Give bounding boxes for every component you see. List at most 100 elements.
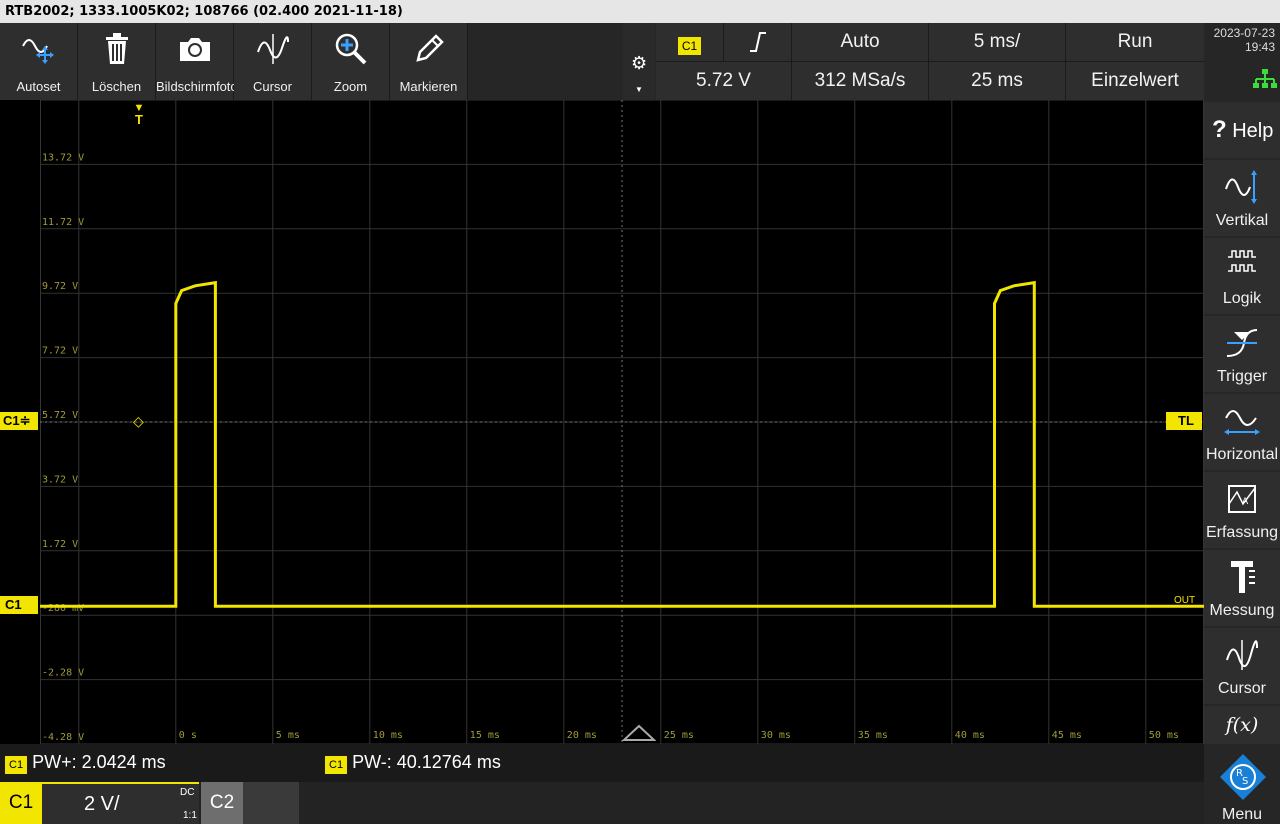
channel-2-label: C2 [201, 782, 243, 824]
svg-text:S: S [1242, 776, 1248, 787]
channel-ground-marker[interactable]: C1 [0, 596, 38, 614]
pencil-icon [390, 31, 467, 67]
acquisition-button[interactable]: A Erfassung [1204, 472, 1280, 548]
channel-1-probe: 1:1 [183, 810, 197, 821]
acquisition-cell[interactable]: Einzelwert [1066, 62, 1204, 100]
trigger-source-badge: C1 [677, 37, 702, 55]
gear-icon[interactable]: ⚙ [631, 53, 647, 74]
run-state: Run [1117, 31, 1153, 52]
channel-2-tab[interactable]: C2 [201, 782, 299, 824]
rising-edge-icon [750, 32, 766, 52]
zoom-button[interactable]: Zoom [312, 23, 390, 100]
help-button[interactable]: ? Help [1204, 102, 1280, 158]
y-tick-label: -2.28 V [42, 668, 84, 679]
trigger-level: 5.72 V [696, 70, 751, 91]
y-tick-label: 9.72 V [42, 281, 78, 292]
title-bar: RTB2002; 1333.1005K02; 108766 (02.400 20… [0, 0, 1280, 23]
info-grid: C1 Auto 5 ms/ Run 5.72 V 312 MSa/s 25 ms… [656, 23, 1204, 100]
acquisition-mode: Einzelwert [1091, 70, 1179, 91]
measure-button[interactable]: Messung [1204, 550, 1280, 626]
screenshot-button[interactable]: Bildschirmfoto [156, 23, 238, 100]
horizontal-button[interactable]: Horizontal [1204, 394, 1280, 470]
cursor-label: Cursor [1217, 680, 1266, 697]
horizontal-icon [1204, 402, 1280, 440]
sample-rate-cell: 312 MSa/s [792, 62, 928, 100]
chevron-down-icon[interactable]: ▼ [635, 85, 643, 94]
cursor-tool-button[interactable]: Cursor [234, 23, 312, 100]
waveform-plot[interactable]: 13.72 V 11.72 V 9.72 V 7.72 V 5.72 V 3.72 V 1.… [40, 100, 1204, 744]
sample-rate: 312 MSa/s [814, 70, 906, 91]
channel-1-settings[interactable]: 2 V/ DC 1:1 [42, 782, 199, 824]
x-tick-label: 40 ms [955, 730, 985, 741]
channel-offset-marker[interactable]: C1≑ [0, 412, 38, 430]
measurement-value: PW-: 40.12764 ms [352, 752, 501, 772]
channel-1-coupling: DC [180, 787, 195, 798]
time-offset-cell[interactable]: 25 ms [929, 62, 1065, 100]
vertical-button[interactable]: Vertikal [1204, 160, 1280, 236]
autoset-icon [0, 31, 77, 67]
trigger-button[interactable]: Trigger [1204, 316, 1280, 392]
autoset-button[interactable]: Autoset [0, 23, 78, 100]
measure-icon [1204, 558, 1280, 596]
trigger-source-cell[interactable]: C1 [656, 23, 723, 61]
measurement-pw-minus[interactable]: C1 PW-: 40.12764 ms [325, 752, 501, 774]
x-tick-label: 0 s [179, 730, 197, 741]
trigger-slope-cell[interactable] [724, 23, 791, 61]
trigger-point-icon: ◇ [133, 413, 144, 429]
mark-label: Markieren [399, 79, 458, 94]
right-sidebar: ? Help Vertikal Logik Trigger Horizontal… [1204, 100, 1280, 824]
menu-button[interactable]: RS Menu [1204, 746, 1280, 824]
trigger-level-marker[interactable]: TL [1166, 412, 1202, 430]
horizontal-label: Horizontal [1205, 446, 1279, 463]
x-tick-label: 50 ms [1149, 730, 1179, 741]
math-button[interactable]: f(x) [1204, 706, 1280, 744]
channel-1-tab[interactable]: C1 [0, 782, 42, 824]
trigger-label: Trigger [1216, 368, 1268, 385]
x-tick-label: 45 ms [1052, 730, 1082, 741]
trigger-time-marker[interactable]: ▼ T [133, 102, 145, 126]
channel-bar: C1 2 V/ DC 1:1 C2 [0, 782, 1204, 824]
x-tick-label: 25 ms [664, 730, 694, 741]
horizontal-position-marker[interactable] [622, 724, 656, 742]
y-tick-label: 5.72 V [42, 410, 78, 421]
math-icon: f(x) [1225, 714, 1259, 736]
y-tick-label: 3.72 V [42, 474, 78, 485]
clear-label: Löschen [91, 79, 142, 94]
toolbar: Autoset Löschen Bildschirmfoto Cursor Zo… [0, 23, 656, 100]
run-state-cell[interactable]: Run [1066, 23, 1204, 61]
x-tick-label: 30 ms [761, 730, 791, 741]
x-tick-label: 35 ms [858, 730, 888, 741]
logic-button[interactable]: Logik [1204, 238, 1280, 314]
x-tick-label: 10 ms [373, 730, 403, 741]
vertical-label: Vertikal [1215, 212, 1269, 229]
clear-button[interactable]: Löschen [78, 23, 156, 100]
channel-1-scale: 2 V/ [84, 793, 120, 815]
acquisition-label: Erfassung [1205, 524, 1279, 541]
trash-icon [78, 31, 155, 67]
x-tick-label: 20 ms [567, 730, 597, 741]
y-tick-label: 1.72 V [42, 539, 78, 550]
y-tick-label: 7.72 V [42, 346, 78, 357]
cursor-button[interactable]: Cursor [1204, 628, 1280, 704]
trigger-level-cell[interactable]: 5.72 V [656, 62, 791, 100]
time-per-div: 5 ms/ [973, 31, 1021, 52]
y-tick-label: -4.28 V [42, 732, 84, 743]
y-tick-label: 11.72 V [42, 217, 84, 228]
measurement-pw-plus[interactable]: C1 PW+: 2.0424 ms [5, 752, 166, 774]
rs-logo-icon: RS [1218, 752, 1268, 807]
date: 2023-07-23 [1213, 26, 1275, 40]
measurement-bar: C1 PW+: 2.0424 ms C1 PW-: 40.12764 ms [0, 744, 1204, 782]
time-offset: 25 ms [971, 70, 1023, 91]
waveform-display[interactable]: 13.72 V 11.72 V 9.72 V 7.72 V 5.72 V 3.72 V 1.… [0, 100, 1204, 744]
y-tick-label: 13.72 V [42, 152, 84, 163]
timebase-cell[interactable]: 5 ms/ [929, 23, 1065, 61]
trigger-icon [1204, 324, 1280, 362]
trigger-mode-cell[interactable]: Auto [792, 23, 928, 61]
help-label: Help [1232, 120, 1274, 142]
datetime-panel: 2023-07-23 19:43 [1204, 23, 1280, 100]
settings-column[interactable]: ⚙ ▼ [623, 23, 655, 100]
mark-button[interactable]: Markieren [390, 23, 468, 100]
time: 19:43 [1244, 40, 1275, 54]
logic-icon [1204, 246, 1280, 284]
camera-icon [156, 31, 233, 67]
